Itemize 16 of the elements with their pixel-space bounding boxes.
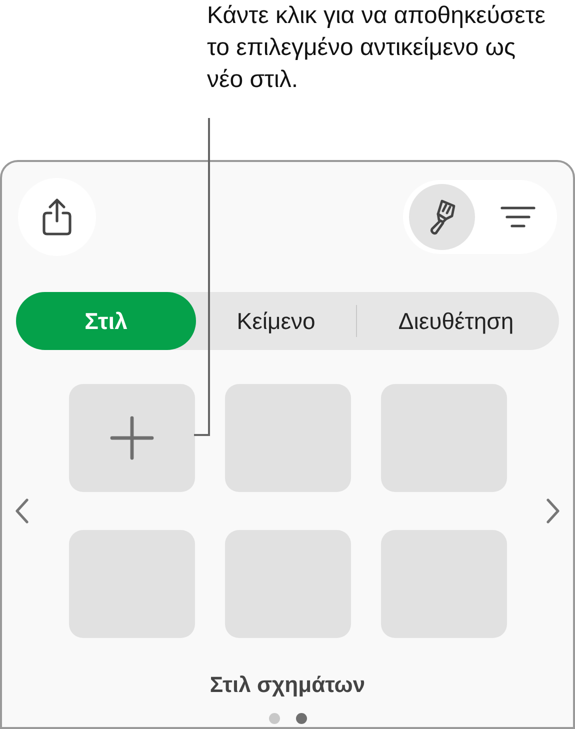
share-icon — [41, 197, 73, 237]
add-style-button[interactable] — [68, 384, 194, 492]
style-button[interactable] — [409, 184, 475, 250]
callout-text: Κάντε κλικ για να αποθηκεύσετε το επιλεγμένο αντικείμενο ως νέο στιλ. — [207, 1, 547, 95]
chevron-right-icon[interactable] — [545, 498, 561, 524]
style-tile[interactable] — [224, 530, 350, 638]
style-tile[interactable] — [380, 384, 506, 492]
style-tile[interactable] — [224, 384, 350, 492]
menu-icon — [500, 205, 536, 229]
chevron-left-icon[interactable] — [14, 498, 30, 524]
plus-icon — [110, 416, 154, 460]
tab[interactable]: Κείμενο — [196, 292, 356, 350]
tab[interactable]: Διευθέτηση — [357, 292, 555, 350]
style-tile[interactable] — [380, 530, 506, 638]
caption: Στιλ σχημάτων — [210, 671, 366, 699]
style-tile[interactable] — [68, 530, 194, 638]
